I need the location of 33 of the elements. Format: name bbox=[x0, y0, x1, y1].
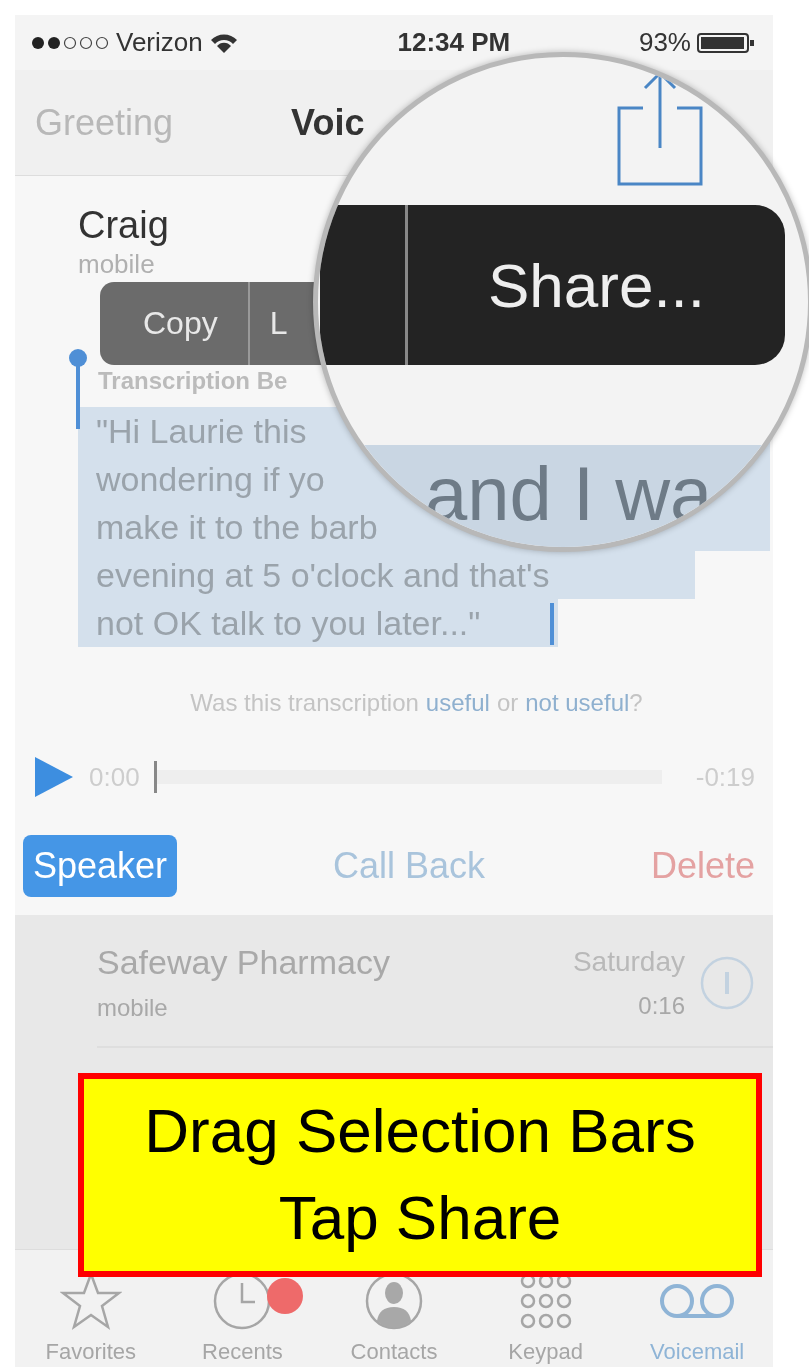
carrier-name: Verizon bbox=[116, 27, 203, 58]
contact-name: Safeway Pharmacy bbox=[97, 943, 391, 982]
callout-text: Drag Selection Bars bbox=[144, 1095, 696, 1168]
caller-name: Craig bbox=[78, 204, 170, 247]
tab-item[interactable]: Voicemail bbox=[650, 1339, 745, 1365]
battery-icon bbox=[697, 31, 755, 54]
share-menu-item[interactable]: Share... bbox=[408, 249, 785, 321]
tab-item[interactable]: Favorites bbox=[45, 1339, 137, 1365]
tab-item[interactable]: Recents bbox=[202, 1339, 283, 1365]
not-useful-link[interactable]: not useful bbox=[525, 689, 630, 717]
nav-title: Voic bbox=[291, 101, 365, 144]
status-time: 12:34 PM bbox=[397, 27, 511, 58]
greeting-button[interactable]: Greeting bbox=[35, 101, 174, 144]
action-button[interactable]: Call Back bbox=[323, 835, 496, 897]
action-button[interactable]: Speaker bbox=[23, 835, 178, 897]
tab-item[interactable]: Contacts bbox=[350, 1339, 438, 1365]
caller-label: mobile bbox=[78, 249, 156, 280]
action-button[interactable]: Delete bbox=[640, 835, 755, 897]
transcription-heading: Transcription Be bbox=[98, 367, 289, 395]
playback-thumb[interactable] bbox=[153, 761, 157, 793]
menu-item[interactable]: L bbox=[249, 282, 292, 365]
selection-end-handle[interactable] bbox=[550, 603, 554, 645]
selection-start-handle[interactable] bbox=[69, 349, 87, 429]
contact-label: mobile bbox=[97, 994, 169, 1022]
play-icon[interactable] bbox=[33, 755, 75, 799]
menu-item[interactable]: Copy bbox=[100, 282, 250, 365]
voicemail-duration: 0:16 bbox=[638, 991, 685, 1020]
signal-icon bbox=[30, 34, 110, 51]
feedback-text: ? bbox=[629, 689, 643, 717]
callout-text: Tap Share bbox=[278, 1182, 562, 1254]
useful-link[interactable]: useful bbox=[425, 689, 490, 717]
battery-percent: 93% bbox=[638, 27, 691, 58]
tab-item[interactable]: Keypad bbox=[508, 1339, 583, 1365]
